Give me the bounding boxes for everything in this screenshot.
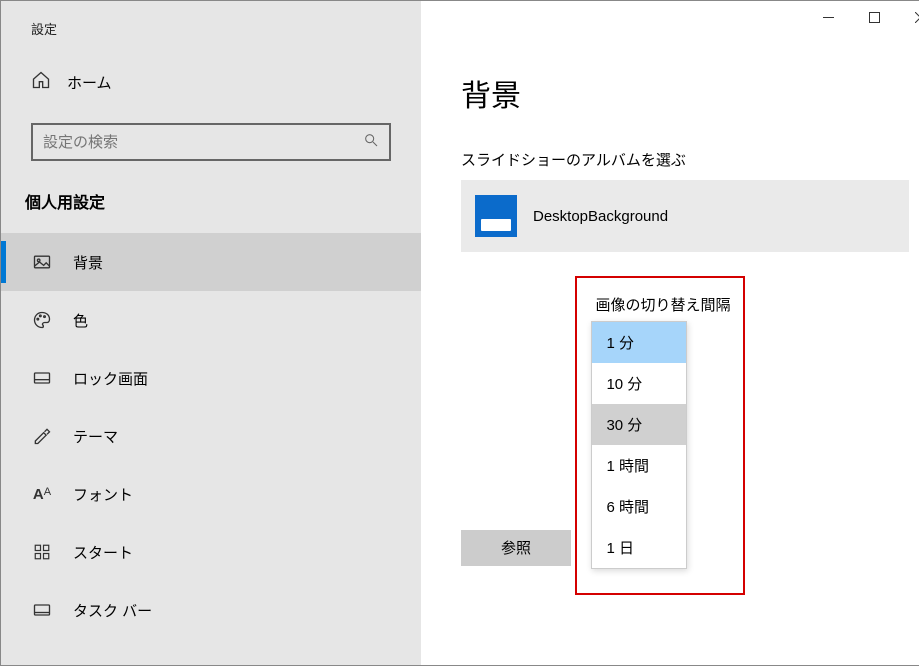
interval-option[interactable]: 6 時間 xyxy=(592,486,686,527)
sidebar-item-start[interactable]: スタート xyxy=(1,523,421,581)
sidebar-item-fonts[interactable]: AA フォント xyxy=(1,465,421,523)
content: 背景 スライドショーのアルバムを選ぶ DesktopBackground 参照 … xyxy=(421,1,919,665)
sidebar-item-background[interactable]: 背景 xyxy=(1,233,421,291)
sidebar-item-lockscreen[interactable]: ロック画面 xyxy=(1,349,421,407)
page-title: 背景 xyxy=(461,71,909,115)
sidebar-item-label: 背景 xyxy=(73,252,103,273)
sidebar-item-colors[interactable]: 色 xyxy=(1,291,421,349)
lock-screen-icon xyxy=(31,368,53,388)
sidebar: 設定 ホーム 個人用設定 背景 色 ロック画面 テーマ AA xyxy=(1,1,421,665)
sidebar-item-label: ロック画面 xyxy=(73,368,148,389)
maximize-button[interactable] xyxy=(851,1,897,33)
home-icon xyxy=(31,70,51,95)
search-input[interactable] xyxy=(31,123,391,161)
interval-option[interactable]: 1 分 xyxy=(592,322,686,363)
highlight-annotation: 画像の切り替え間隔 1 分 10 分 30 分 1 時間 6 時間 1 日 xyxy=(575,276,745,595)
sidebar-item-themes[interactable]: テーマ xyxy=(1,407,421,465)
browse-button[interactable]: 参照 xyxy=(461,530,571,566)
home-button[interactable]: ホーム xyxy=(1,38,421,123)
start-icon xyxy=(31,543,53,561)
interval-option[interactable]: 1 日 xyxy=(592,527,686,568)
minimize-button[interactable] xyxy=(805,1,851,33)
nav-list: 背景 色 ロック画面 テーマ AA フォント スタート タスク バー xyxy=(1,223,421,639)
interval-option[interactable]: 30 分 xyxy=(592,404,686,445)
search-field[interactable] xyxy=(43,134,363,151)
palette-icon xyxy=(31,310,53,330)
folder-icon xyxy=(475,195,517,237)
sidebar-item-label: テーマ xyxy=(73,426,118,447)
title-bar xyxy=(421,1,919,41)
app-title: 設定 xyxy=(1,1,421,38)
section-header: 個人用設定 xyxy=(1,189,421,223)
search-icon xyxy=(363,132,379,153)
close-button[interactable] xyxy=(897,1,919,33)
interval-label: 画像の切り替え間隔 xyxy=(595,294,725,315)
home-label: ホーム xyxy=(67,72,112,93)
sidebar-item-label: タスク バー xyxy=(73,600,152,621)
interval-option[interactable]: 1 時間 xyxy=(592,445,686,486)
sidebar-item-label: 色 xyxy=(73,310,88,331)
interval-dropdown[interactable]: 1 分 10 分 30 分 1 時間 6 時間 1 日 xyxy=(591,321,687,569)
album-name: DesktopBackground xyxy=(533,208,668,225)
theme-icon xyxy=(31,426,53,446)
sidebar-item-taskbar[interactable]: タスク バー xyxy=(1,581,421,639)
sidebar-item-label: フォント xyxy=(73,484,133,505)
taskbar-icon xyxy=(31,600,53,620)
image-icon xyxy=(31,252,53,272)
album-card[interactable]: DesktopBackground xyxy=(461,180,909,252)
interval-option[interactable]: 10 分 xyxy=(592,363,686,404)
sidebar-item-label: スタート xyxy=(73,542,133,563)
font-icon: AA xyxy=(31,486,53,503)
album-label: スライドショーのアルバムを選ぶ xyxy=(461,149,909,170)
